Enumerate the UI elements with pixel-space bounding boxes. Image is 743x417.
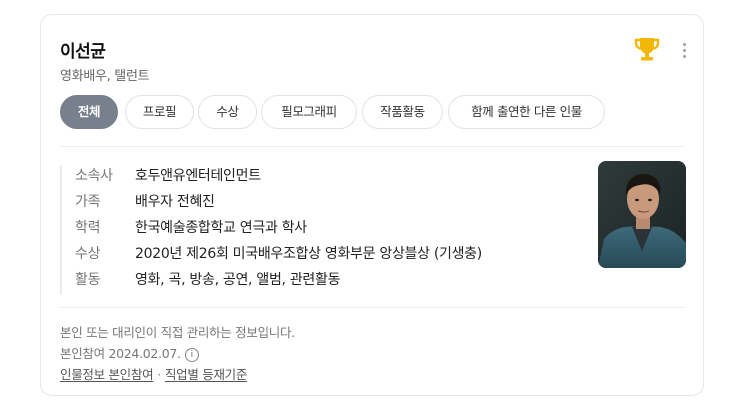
info-row-agency: 소속사 호두앤유엔터테인먼트 — [75, 163, 261, 189]
self-participation-date: 본인참여 2024.02.07. i — [60, 343, 199, 362]
tab-filmography[interactable]: 필모그래피 — [261, 95, 357, 129]
tab-works[interactable]: 작품활동 — [362, 95, 443, 129]
divider — [60, 146, 684, 147]
person-subtitle: 영화배우, 탤런트 — [60, 69, 150, 84]
info-icon[interactable]: i — [184, 347, 199, 362]
info-label: 활동 — [75, 272, 101, 288]
info-label: 소속사 — [75, 168, 113, 184]
registration-criteria-link[interactable]: 직업별 등재기준 — [165, 367, 247, 382]
separator: , — [281, 272, 290, 288]
info-row-award: 수상 2020년 제26회 미국배우조합상 영화부문 앙상블상 (기생충) — [75, 241, 482, 267]
info-row-activity: 활동 영화, 곡, 방송, 공연, 앨범, 관련활동 — [75, 267, 340, 293]
school-link[interactable]: 한국예술종합학교 — [135, 220, 236, 236]
tab-all[interactable]: 전체 — [60, 95, 118, 129]
tab-awards[interactable]: 수상 — [198, 95, 257, 129]
agency-link[interactable]: 호두앤유엔터테인먼트 — [135, 168, 261, 184]
activity-link-movie[interactable]: 영화 — [135, 272, 160, 288]
degree-text: 연극과 학사 — [235, 220, 307, 236]
person-info-card: 이선균 영화배우, 탤런트 전체 프로필 수상 필모그래피 작품활동 함께 출연… — [40, 14, 704, 396]
info-row-family: 가족 배우자 전혜진 — [75, 189, 215, 215]
activity-link-related[interactable]: 관련활동 — [290, 272, 341, 288]
footer-links: 인물정보 본인참여 · 직업별 등재기준 — [60, 364, 247, 383]
tab-profile[interactable]: 프로필 — [125, 95, 194, 129]
award-text: 2020년 제26회 미국배우조합상 영화부문 앙상블상 (기생충) — [135, 246, 482, 262]
person-name[interactable]: 이선균 — [60, 37, 106, 62]
more-vertical-icon[interactable] — [679, 40, 689, 62]
info-label: 수상 — [75, 246, 101, 262]
spouse-link[interactable]: 전혜진 — [177, 194, 215, 210]
info-accent-bar — [60, 165, 62, 295]
separator: , — [214, 272, 223, 288]
divider — [60, 307, 684, 308]
activity-link-performance[interactable]: 공연 — [223, 272, 248, 288]
managed-notice: 본인 또는 대리인이 직접 관리하는 정보입니다. — [60, 325, 295, 340]
self-participation-link[interactable]: 인물정보 본인참여 — [60, 367, 154, 382]
trophy-icon[interactable] — [631, 33, 663, 65]
info-label: 학력 — [75, 220, 101, 236]
tab-co-stars[interactable]: 함께 출연한 다른 인물 — [448, 95, 605, 129]
activity-link-album[interactable]: 앨범 — [256, 272, 281, 288]
separator-dot: · — [157, 367, 161, 382]
ref-date-text: 본인참여 2024.02.07. — [60, 346, 181, 361]
activity-link-song[interactable]: 곡 — [168, 272, 181, 288]
family-prefix: 배우자 — [135, 194, 177, 210]
info-row-education: 학력 한국예술종합학교 연극과 학사 — [75, 215, 307, 241]
profile-photo[interactable] — [598, 161, 686, 268]
info-label: 가족 — [75, 194, 101, 210]
activity-link-broadcast[interactable]: 방송 — [189, 272, 214, 288]
